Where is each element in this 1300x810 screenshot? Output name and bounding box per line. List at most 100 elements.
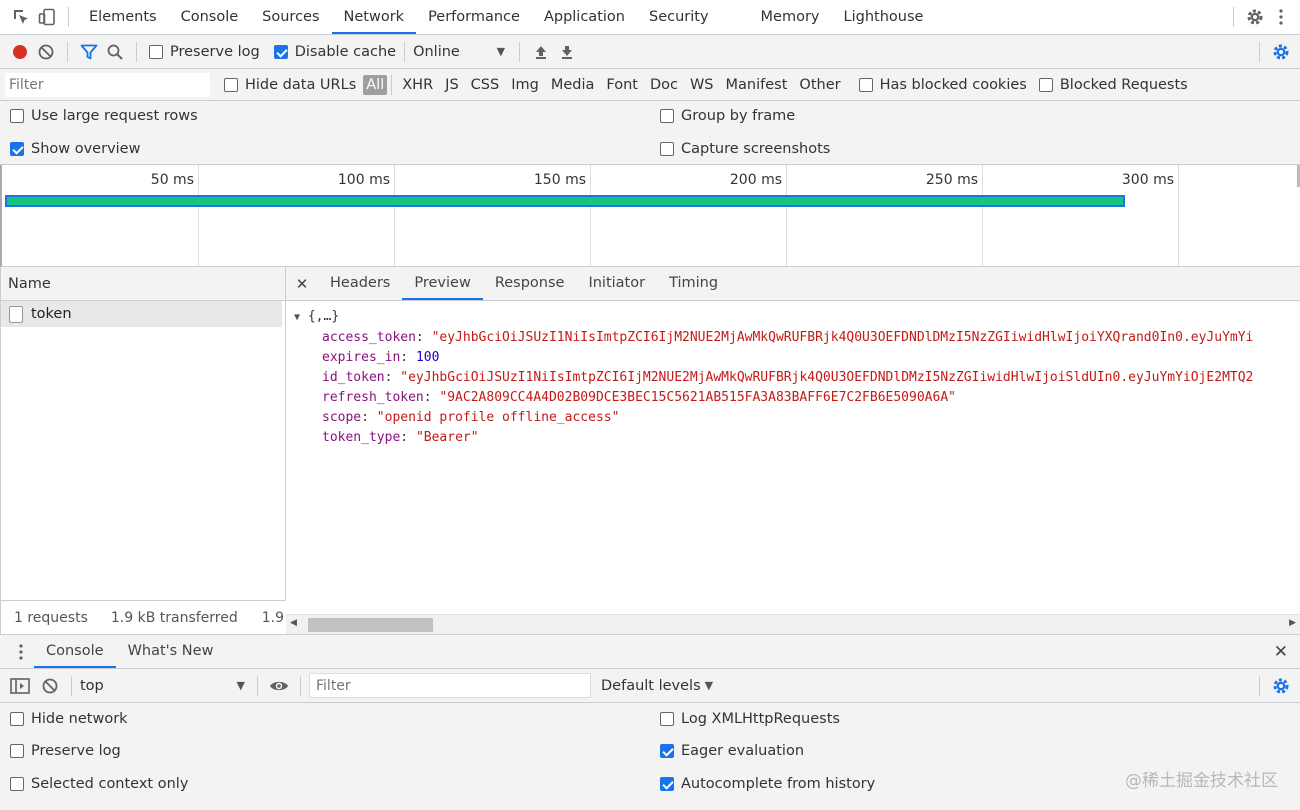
checkbox-box[interactable] [660, 109, 674, 123]
console-filter-input[interactable] [309, 673, 591, 698]
tab-preview[interactable]: Preview [402, 267, 483, 300]
checkbox-box[interactable] [660, 744, 674, 758]
hide-network-checkbox[interactable]: Hide network [10, 711, 128, 727]
blocked-requests-checkbox[interactable]: Blocked Requests [1038, 77, 1188, 93]
log-xhr-checkbox[interactable]: Log XMLHttpRequests [660, 711, 840, 727]
horizontal-scrollbar[interactable]: ◀ ▶ [286, 614, 1300, 634]
json-root-node[interactable]: ▼ {,…} [294, 307, 1253, 328]
clear-icon[interactable] [33, 39, 59, 65]
preserve-log-checkbox[interactable]: Preserve log [149, 44, 260, 60]
eager-evaluation-checkbox[interactable]: Eager evaluation [660, 743, 804, 759]
checkbox-box[interactable] [10, 712, 24, 726]
console-settings-gear-icon[interactable] [1268, 673, 1294, 699]
scrollbar-thumb[interactable] [308, 618, 433, 632]
selected-context-only-checkbox[interactable]: Selected context only [10, 776, 188, 792]
inspect-element-icon[interactable] [8, 4, 34, 30]
tab-security[interactable]: Security [637, 0, 749, 34]
json-field-row[interactable]: token_type: "Bearer" [322, 428, 1253, 448]
close-detail-icon[interactable]: ✕ [286, 275, 318, 293]
settings-gear-icon[interactable] [1242, 4, 1268, 30]
type-filter-other[interactable]: Other [793, 77, 846, 93]
group-by-frame-checkbox[interactable]: Group by frame [660, 108, 795, 124]
hide-data-urls-checkbox[interactable]: Hide data URLs [224, 77, 356, 93]
clear-console-icon[interactable] [37, 673, 63, 699]
devtools-tabbar: Elements Console Sources Network Perform… [0, 0, 1300, 35]
type-filter-doc[interactable]: Doc [644, 77, 684, 93]
json-key: token_type [322, 430, 401, 445]
console-preserve-log-checkbox[interactable]: Preserve log [10, 743, 121, 759]
more-options-icon[interactable] [1268, 4, 1294, 30]
scroll-right-arrow-icon[interactable]: ▶ [1289, 618, 1296, 628]
export-har-icon[interactable] [554, 39, 580, 65]
live-expression-eye-icon[interactable] [266, 673, 292, 699]
tab-response[interactable]: Response [483, 267, 577, 300]
checkbox-box[interactable] [10, 109, 24, 123]
log-levels-select[interactable]: Default levels ▼ [601, 678, 713, 694]
checkbox-box[interactable] [660, 777, 674, 791]
network-settings-gear-icon[interactable] [1268, 39, 1294, 65]
import-har-icon[interactable] [528, 39, 554, 65]
search-icon[interactable] [102, 39, 128, 65]
filter-input[interactable] [5, 72, 210, 97]
tab-network[interactable]: Network [331, 0, 417, 34]
tab-memory[interactable]: Memory [749, 0, 832, 34]
checkbox-box[interactable] [10, 744, 24, 758]
drawer-tab-console[interactable]: Console [34, 635, 116, 668]
context-select[interactable]: top ▼ [80, 678, 245, 694]
type-filter-all[interactable]: All [363, 74, 388, 95]
json-field-row[interactable]: scope: "openid profile offline_access" [322, 408, 1253, 428]
type-filter-ws[interactable]: WS [684, 77, 720, 93]
tab-application[interactable]: Application [532, 0, 637, 34]
separator [1233, 7, 1234, 27]
type-filter-js[interactable]: JS [439, 77, 464, 93]
request-row-token[interactable]: token [1, 301, 282, 327]
group-by-frame-label: Group by frame [681, 108, 796, 124]
checkbox-box[interactable] [858, 77, 873, 92]
throttling-select[interactable]: Online ▼ [413, 44, 505, 60]
type-filter-css[interactable]: CSS [465, 77, 506, 93]
tab-elements[interactable]: Elements [77, 0, 169, 34]
overview-timeline[interactable]: 50 ms 100 ms 150 ms 200 ms 250 ms 300 ms [0, 165, 1300, 267]
json-field-row[interactable]: refresh_token: "9AC2A809CC4A4D02B09DCE3B… [322, 388, 1253, 408]
type-filter-media[interactable]: Media [545, 77, 601, 93]
device-toolbar-icon[interactable] [34, 4, 60, 30]
tab-headers[interactable]: Headers [318, 267, 402, 300]
name-column-header[interactable]: Name [1, 267, 285, 301]
json-field-row[interactable]: access_token: "eyJhbGciOiJSUzI1NiIsImtpZ… [322, 328, 1253, 348]
has-blocked-cookies-checkbox[interactable]: Has blocked cookies [858, 77, 1027, 93]
checkbox-box[interactable] [224, 77, 238, 92]
tab-initiator[interactable]: Initiator [576, 267, 657, 300]
close-drawer-icon[interactable]: ✕ [1274, 642, 1288, 662]
json-field-row[interactable]: expires_in: 100 [322, 348, 1253, 368]
autocomplete-history-checkbox[interactable]: Autocomplete from history [660, 776, 875, 792]
type-filter-font[interactable]: Font [600, 77, 644, 93]
checkbox-box[interactable] [10, 777, 24, 791]
checkbox-box[interactable] [10, 142, 24, 156]
console-sidebar-icon[interactable] [7, 673, 33, 699]
tab-timing[interactable]: Timing [657, 267, 730, 300]
show-overview-checkbox[interactable]: Show overview [10, 141, 140, 157]
record-icon[interactable] [7, 39, 33, 65]
expand-triangle-icon[interactable]: ▼ [294, 312, 300, 323]
filter-icon[interactable] [76, 39, 102, 65]
drawer-tab-whats-new[interactable]: What's New [116, 635, 226, 668]
disable-cache-checkbox[interactable]: Disable cache [273, 44, 396, 60]
checkbox-box[interactable] [660, 142, 674, 156]
scroll-left-arrow-icon[interactable]: ◀ [290, 618, 297, 628]
tab-sources[interactable]: Sources [250, 0, 331, 34]
json-field-row[interactable]: id_token: "eyJhbGciOiJSUzI1NiIsImtpZCI6I… [322, 368, 1253, 388]
tab-lighthouse[interactable]: Lighthouse [832, 0, 936, 34]
use-large-rows-checkbox[interactable]: Use large request rows [10, 108, 198, 124]
checkbox-box[interactable] [149, 44, 163, 59]
type-filter-img[interactable]: Img [505, 77, 545, 93]
checkbox-box[interactable] [1038, 77, 1053, 92]
tab-performance[interactable]: Performance [416, 0, 532, 34]
checkbox-box[interactable] [273, 44, 288, 59]
dropdown-arrow-icon: ▼ [496, 45, 506, 58]
drawer-menu-icon[interactable] [8, 639, 34, 665]
type-filter-xhr[interactable]: XHR [396, 77, 439, 93]
capture-screenshots-checkbox[interactable]: Capture screenshots [660, 141, 830, 157]
type-filter-manifest[interactable]: Manifest [720, 77, 794, 93]
tab-console[interactable]: Console [169, 0, 251, 34]
checkbox-box[interactable] [660, 712, 674, 726]
